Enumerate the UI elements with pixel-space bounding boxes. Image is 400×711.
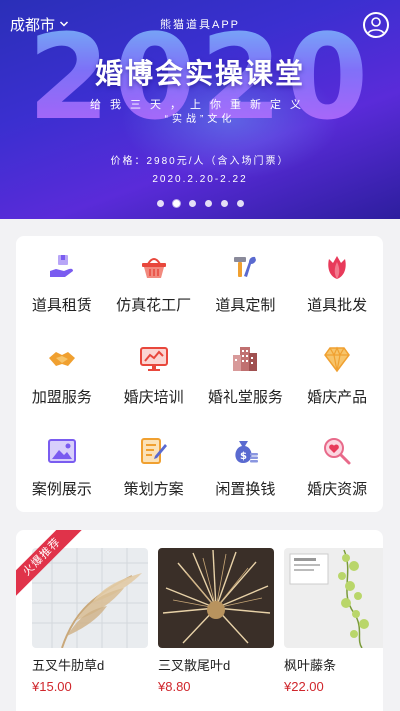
category-label: 仿真花工厂 <box>116 297 192 314</box>
banner-date: 2020.2.20-2.22 <box>152 174 248 185</box>
carousel-dot[interactable] <box>220 200 228 207</box>
banner-price: 价格：2980元/人（含入场门票） <box>110 156 290 167</box>
carousel-dot[interactable] <box>204 200 212 207</box>
category-idle-cash[interactable]: $ 闲置换钱 <box>200 420 292 512</box>
category-cases[interactable]: 案例展示 <box>16 420 108 512</box>
product-card[interactable]: 枫叶藤条 ¥22.00 <box>284 548 383 694</box>
city-selector[interactable]: 成都市 <box>10 14 69 34</box>
category-wedding-products[interactable]: 婚庆产品 <box>291 328 383 420</box>
product-price: ¥8.80 <box>158 679 191 694</box>
category-prop-wholesale[interactable]: 道具批发 <box>291 236 383 328</box>
document-pen-icon <box>140 438 167 464</box>
carousel-indicators[interactable] <box>0 200 400 207</box>
product-image <box>158 548 274 648</box>
feather-grass-image <box>32 548 148 648</box>
heart-search-icon <box>324 438 351 465</box>
carousel-dot-active[interactable] <box>172 200 180 207</box>
svg-text:$: $ <box>240 451 247 462</box>
category-label: 婚庆产品 <box>307 389 368 406</box>
category-label: 道具批发 <box>307 297 368 314</box>
category-label: 案例展示 <box>31 481 92 498</box>
product-list: 五叉牛肋草d ¥15.00 三叉散尾叶d ¥8.80 枫叶藤条 ¥22.00 <box>16 548 383 694</box>
handshake-icon <box>48 352 75 366</box>
picture-icon <box>47 439 76 463</box>
palm-leaf-image <box>158 548 274 648</box>
hand-box-icon <box>49 255 73 277</box>
category-label: 婚庆培训 <box>123 389 184 406</box>
promo-banner[interactable]: 2020 成都市 熊猫道具APP 婚博会实操课堂 给我三天，上你重新定义 “实战… <box>0 0 400 219</box>
hot-products-card: 火爆推荐 五叉牛肋草d ¥15.00 三叉散尾叶d ¥8.80 枫叶藤条 ¥22… <box>16 530 383 711</box>
category-card: 道具租赁 仿真花工厂 道具定制 道具批发 加盟服务 婚庆培训 婚礼堂服务 婚庆产… <box>16 236 383 512</box>
category-label: 道具租赁 <box>31 297 92 314</box>
product-price: ¥15.00 <box>32 679 72 694</box>
city-label: 成都市 <box>10 16 56 34</box>
category-resources[interactable]: 婚庆资源 <box>291 420 383 512</box>
user-avatar-button[interactable] <box>363 12 389 38</box>
product-name: 五叉牛肋草d <box>32 658 105 673</box>
category-franchise[interactable]: 加盟服务 <box>16 328 108 420</box>
money-bag-icon: $ <box>235 441 259 463</box>
basket-icon <box>141 258 166 278</box>
product-name: 三叉散尾叶d <box>158 658 231 673</box>
product-name: 枫叶藤条 <box>284 658 337 673</box>
category-wedding-hall[interactable]: 婚礼堂服务 <box>200 328 292 420</box>
category-label: 婚庆资源 <box>307 481 368 498</box>
chevron-down-icon <box>59 21 69 27</box>
product-price: ¥22.00 <box>284 679 324 694</box>
category-label: 闲置换钱 <box>215 481 276 498</box>
building-icon <box>233 347 258 371</box>
carousel-dot[interactable] <box>156 200 164 207</box>
category-flower-factory[interactable]: 仿真花工厂 <box>108 236 200 328</box>
diamond-icon <box>324 346 351 373</box>
carousel-dot[interactable] <box>188 200 196 207</box>
product-card[interactable]: 三叉散尾叶d ¥8.80 <box>158 548 274 694</box>
category-planning[interactable]: 策划方案 <box>108 420 200 512</box>
monitor-chart-icon <box>139 347 168 371</box>
category-label: 策划方案 <box>123 481 184 498</box>
category-label: 加盟服务 <box>31 389 92 406</box>
category-label: 婚礼堂服务 <box>207 389 283 406</box>
category-prop-rental[interactable]: 道具租赁 <box>16 236 108 328</box>
brand-name: 熊猫道具APP <box>159 19 240 31</box>
carousel-dot[interactable] <box>236 200 244 207</box>
product-card[interactable]: 五叉牛肋草d ¥15.00 <box>32 548 148 694</box>
category-label: 道具定制 <box>215 297 276 314</box>
banner-headline: 婚博会实操课堂 <box>94 58 305 89</box>
maple-vine-image <box>284 548 383 648</box>
tulip-icon <box>328 256 346 279</box>
category-training[interactable]: 婚庆培训 <box>108 328 200 420</box>
category-grid: 道具租赁 仿真花工厂 道具定制 道具批发 加盟服务 婚庆培训 婚礼堂服务 婚庆产… <box>16 236 383 512</box>
banner-subline-2: “实战”文化 <box>164 114 236 125</box>
product-image <box>32 548 148 648</box>
product-image <box>284 548 383 648</box>
tools-icon <box>234 256 257 277</box>
user-circle-icon <box>367 17 385 35</box>
category-prop-custom[interactable]: 道具定制 <box>200 236 292 328</box>
